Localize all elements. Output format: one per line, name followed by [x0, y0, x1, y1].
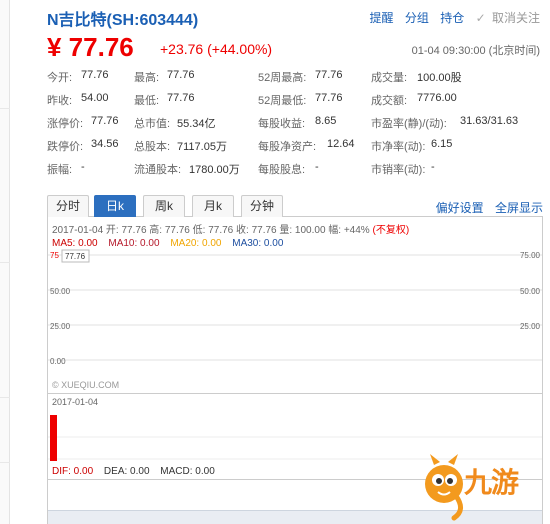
quote-value: 77.76: [91, 115, 119, 127]
quote-value: 77.76: [315, 69, 343, 81]
quote-value: 31.63/31.63: [460, 115, 519, 127]
change-amount: +23.76: [160, 41, 204, 57]
quote-label: 52周最高:: [258, 72, 307, 84]
xueqiu-watermark: © XUEQIU.COM: [52, 380, 120, 390]
y-axis-label-right: 25.00: [520, 322, 541, 331]
quote-value: 12.64: [327, 138, 355, 150]
quote-label: 成交额:: [371, 95, 408, 107]
price-plot: 75 50.00 25.00 0.00 75.00 50.00 25.00 77…: [48, 249, 542, 366]
fullscreen-link[interactable]: 全屏显示: [495, 201, 543, 215]
quote-value: 100.00股: [417, 72, 462, 84]
tab-links: 偏好设置 全屏显示: [428, 199, 543, 216]
current-price: ¥ 77.76: [47, 32, 134, 62]
quote-value: 7776.00: [417, 92, 457, 104]
quote-row: 昨收: 54.00 最低: 77.76 52周最低: 77.76 成交额: 77…: [47, 89, 543, 112]
macd-legend: DIF: 0.00 DEA: 0.00 MACD: 0.00: [52, 466, 223, 477]
y-axis-label-right: 50.00: [520, 287, 541, 296]
quote-label: 52周最低:: [258, 95, 307, 107]
quote-label: 市盈率(静)/(动):: [371, 118, 447, 130]
jiuyou-logo-text: 九游: [464, 467, 519, 498]
volume-bar: [50, 415, 57, 461]
quote-value: 1780.00万: [189, 164, 240, 176]
quote-value: -: [431, 161, 435, 173]
quote-value: -: [315, 161, 319, 173]
macd-label: MACD: 0.00: [160, 466, 215, 477]
stock-name[interactable]: N吉比特(SH:603444): [47, 6, 198, 30]
unfollow-button[interactable]: 取消关注: [492, 9, 540, 26]
tab-monthly-k[interactable]: 月k: [192, 195, 234, 217]
dif-label: DIF: 0.00: [52, 466, 94, 477]
quote-label: 每股收益:: [258, 118, 306, 130]
candle-info-text: 2017-01-04 开: 77.76 高: 77.76 低: 77.76 收:…: [52, 225, 370, 236]
group-button[interactable]: 分组: [405, 9, 429, 26]
price-row: ¥ 77.76 +23.76 (+44.00%) 01-04 09:30:00 …: [47, 32, 540, 62]
quote-value: 77.76: [167, 69, 195, 81]
candle-info: 2017-01-04 开: 77.76 高: 77.76 低: 77.76 收:…: [52, 221, 409, 236]
tab-daily-k[interactable]: 日k: [94, 195, 136, 217]
quote-label: 总市值:: [134, 118, 171, 130]
check-icon: ✓: [475, 11, 486, 25]
tab-weekly-k[interactable]: 周k: [143, 195, 185, 217]
change-percent: (+44.00%): [207, 41, 273, 57]
quote-value: 77.76: [81, 69, 109, 81]
quote-label: 市净率(动):: [371, 141, 426, 153]
quote-value: 34.56: [91, 138, 119, 150]
quote-value: -: [81, 161, 85, 173]
chart-tabs: 分时 日k 周k 月k 分钟 偏好设置 全屏显示: [47, 195, 543, 217]
quote-value: 8.65: [315, 115, 337, 127]
quote-value: 54.00: [81, 92, 109, 104]
quote-row: 涨停价: 77.76 总市值: 55.34亿 每股收益: 8.65 市盈率(静)…: [47, 112, 543, 135]
tab-minute[interactable]: 分钟: [241, 195, 283, 217]
quote-label: 每股股息:: [258, 164, 306, 176]
price-tooltip: 77.76: [65, 252, 86, 261]
quote-row: 今开: 77.76 最高: 77.76 52周最高: 77.76 成交量: 10…: [47, 66, 543, 89]
tab-timeshare[interactable]: 分时: [47, 195, 89, 217]
quote-label: 今开:: [47, 72, 73, 84]
header-actions: 提醒 分组 持仓 ✓ 取消关注: [362, 9, 541, 26]
quote-value: 77.76: [315, 92, 343, 104]
dea-label: DEA: 0.00: [103, 466, 150, 477]
quote-value: 7117.05万: [177, 141, 227, 153]
quote-label: 昨收:: [47, 95, 73, 107]
quote-row: 振幅: - 流通股本: 1780.00万 每股股息: - 市销率(动): -: [47, 158, 543, 181]
quote-label: 跌停价:: [47, 141, 84, 153]
y-axis-label: 0.00: [50, 357, 66, 366]
stock-header: N吉比特(SH:603444) 提醒 分组 持仓 ✓ 取消关注: [47, 4, 541, 30]
adjust-mode: (不复权): [372, 225, 410, 236]
quote-value: 55.34亿: [177, 118, 216, 130]
holding-button[interactable]: 持仓: [440, 9, 464, 26]
y-axis-label: 25.00: [50, 322, 71, 331]
quote-label: 最高:: [134, 72, 160, 84]
remind-button[interactable]: 提醒: [370, 9, 394, 26]
preferences-link[interactable]: 偏好设置: [436, 201, 484, 215]
quote-label: 振幅:: [47, 164, 73, 176]
quote-label: 涨停价:: [47, 118, 84, 130]
quote-value: 77.76: [167, 92, 195, 104]
y-axis-label-right: 75.00: [520, 251, 541, 260]
price-change: +23.76 (+44.00%): [160, 41, 272, 57]
date-axis-label: 2017-01-04: [52, 397, 99, 407]
left-page-strip: [0, 0, 10, 524]
quote-label: 成交量:: [371, 72, 408, 84]
divider: [48, 393, 542, 394]
quote-label: 市销率(动):: [371, 164, 426, 176]
quote-table: 今开: 77.76 最高: 77.76 52周最高: 77.76 成交量: 10…: [47, 66, 543, 181]
quote-row: 跌停价: 34.56 总股本: 7117.05万 每股净资产: 12.64 市净…: [47, 135, 543, 158]
quote-time: 01-04 09:30:00 (北京时间): [411, 45, 540, 57]
quote-label: 流通股本:: [134, 164, 182, 176]
quote-value: 6.15: [431, 138, 453, 150]
quote-label: 每股净资产:: [258, 141, 317, 153]
y-axis-label: 50.00: [50, 287, 71, 296]
y-axis-label: 75: [50, 251, 59, 260]
quote-label: 最低:: [134, 95, 160, 107]
quote-label: 总股本:: [134, 141, 171, 153]
